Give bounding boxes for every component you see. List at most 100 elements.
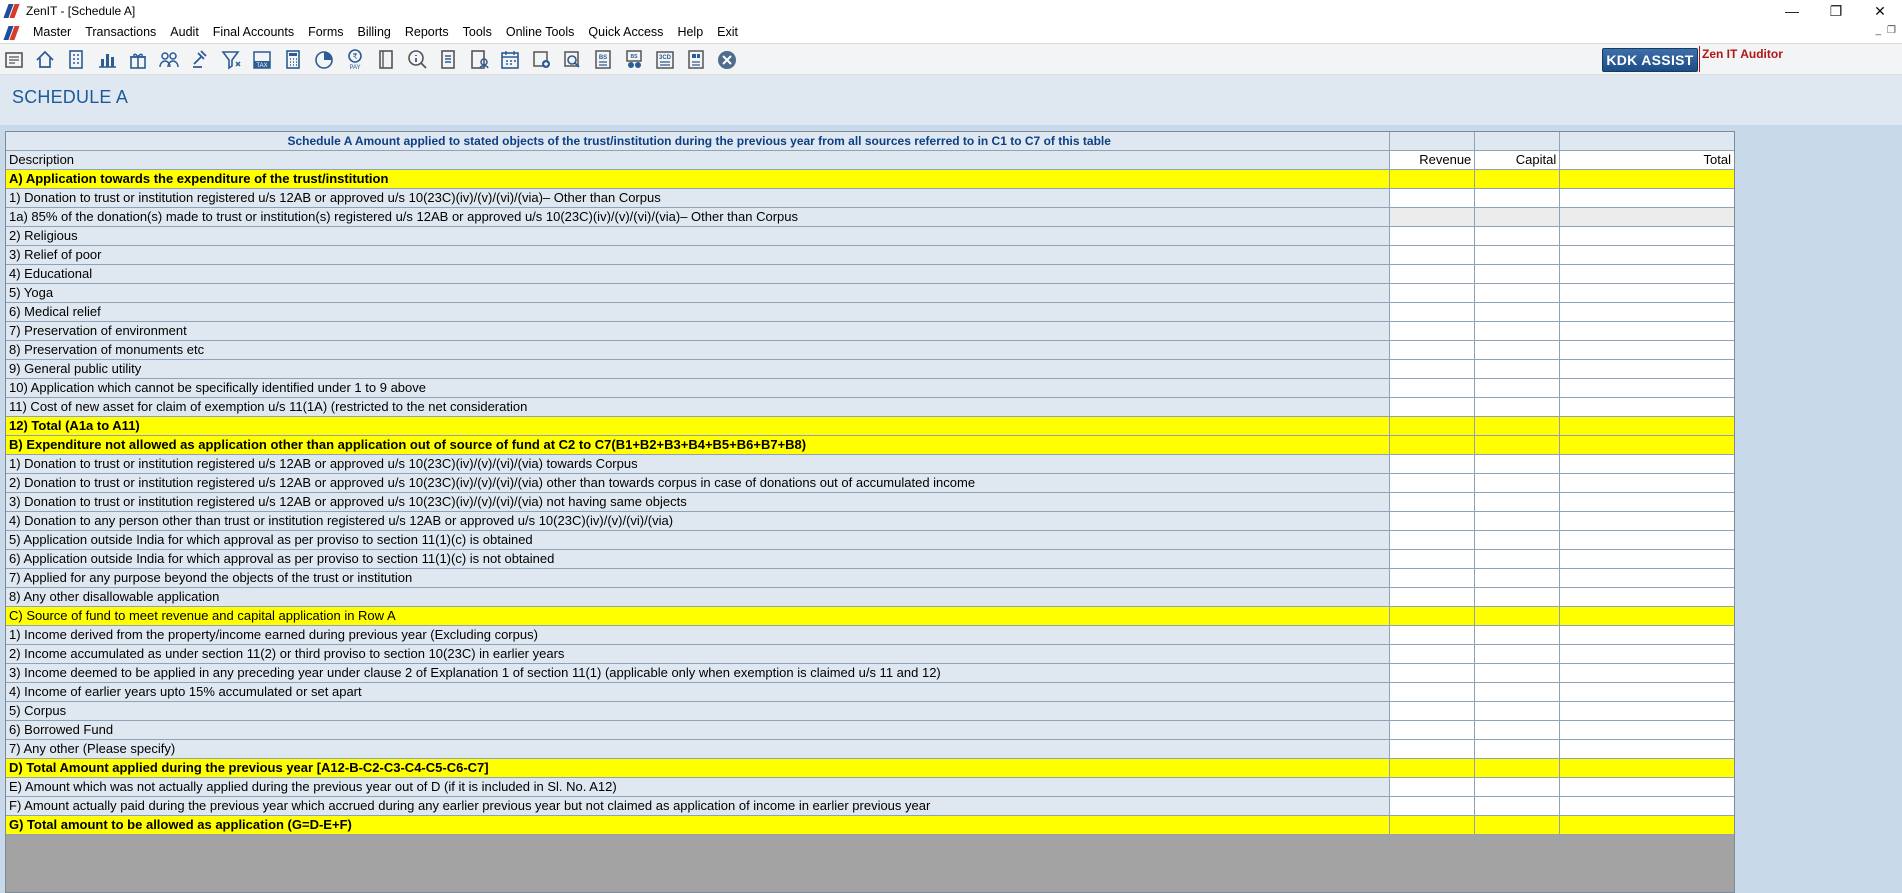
revenue-cell[interactable]: [1390, 341, 1476, 359]
capital-cell[interactable]: [1475, 189, 1561, 207]
total-cell[interactable]: [1560, 512, 1734, 530]
total-cell[interactable]: [1560, 322, 1734, 340]
revenue-cell[interactable]: [1390, 531, 1476, 549]
total-cell[interactable]: [1560, 303, 1734, 321]
menu-billing[interactable]: Billing: [351, 22, 398, 43]
total-cell[interactable]: [1560, 588, 1734, 606]
revenue-cell[interactable]: [1390, 683, 1476, 701]
total-cell[interactable]: [1560, 721, 1734, 739]
gavel-icon[interactable]: [188, 47, 212, 71]
total-cell[interactable]: [1560, 531, 1734, 549]
capital-cell[interactable]: [1475, 664, 1561, 682]
total-cell[interactable]: [1560, 645, 1734, 663]
total-cell[interactable]: [1560, 341, 1734, 359]
revenue-cell[interactable]: [1390, 664, 1476, 682]
capital-cell[interactable]: [1475, 170, 1561, 188]
capital-cell[interactable]: [1475, 246, 1561, 264]
close-circle-icon[interactable]: [715, 47, 739, 71]
restore-button[interactable]: ❐: [1814, 0, 1858, 22]
people-icon[interactable]: [157, 47, 181, 71]
total-cell[interactable]: [1560, 360, 1734, 378]
revenue-cell[interactable]: [1390, 702, 1476, 720]
menu-quick-access[interactable]: Quick Access: [581, 22, 670, 43]
revenue-cell[interactable]: [1390, 512, 1476, 530]
revenue-cell[interactable]: [1390, 588, 1476, 606]
menu-transactions[interactable]: Transactions: [78, 22, 163, 43]
menu-tools[interactable]: Tools: [456, 22, 499, 43]
total-cell[interactable]: [1560, 379, 1734, 397]
close-button[interactable]: ✕: [1858, 0, 1902, 22]
mdi-minimize-button[interactable]: _: [1875, 25, 1881, 36]
capital-cell[interactable]: [1475, 569, 1561, 587]
total-cell[interactable]: [1560, 246, 1734, 264]
book-icon[interactable]: [374, 47, 398, 71]
capital-cell[interactable]: [1475, 778, 1561, 796]
total-cell[interactable]: [1560, 265, 1734, 283]
capital-cell[interactable]: [1475, 588, 1561, 606]
revenue-cell[interactable]: [1390, 322, 1476, 340]
menu-help[interactable]: Help: [670, 22, 710, 43]
capital-cell[interactable]: [1475, 550, 1561, 568]
capital-cell[interactable]: [1475, 303, 1561, 321]
revenue-cell[interactable]: [1390, 417, 1476, 435]
revenue-cell[interactable]: [1390, 227, 1476, 245]
total-cell[interactable]: [1560, 626, 1734, 644]
capital-cell[interactable]: [1475, 417, 1561, 435]
total-cell[interactable]: [1560, 417, 1734, 435]
capital-cell[interactable]: [1475, 797, 1561, 815]
capital-cell[interactable]: [1475, 436, 1561, 454]
calendar-icon[interactable]: [498, 47, 522, 71]
info-icon[interactable]: [405, 47, 429, 71]
add-doc-icon[interactable]: [529, 47, 553, 71]
revenue-cell[interactable]: [1390, 626, 1476, 644]
capital-cell[interactable]: [1475, 607, 1561, 625]
total-cell[interactable]: [1560, 284, 1734, 302]
capital-cell[interactable]: [1475, 341, 1561, 359]
mdi-restore-button[interactable]: ❐: [1887, 25, 1896, 36]
revenue-cell[interactable]: [1390, 645, 1476, 663]
minimize-button[interactable]: —: [1770, 0, 1814, 22]
capital-cell[interactable]: [1475, 455, 1561, 473]
capital-cell[interactable]: [1475, 227, 1561, 245]
revenue-cell[interactable]: [1390, 607, 1476, 625]
total-cell[interactable]: [1560, 740, 1734, 758]
capital-cell[interactable]: [1475, 379, 1561, 397]
capital-cell[interactable]: [1475, 740, 1561, 758]
capital-cell[interactable]: [1475, 816, 1561, 834]
revenue-cell[interactable]: [1390, 721, 1476, 739]
capital-cell[interactable]: [1475, 721, 1561, 739]
revenue-cell[interactable]: [1390, 265, 1476, 283]
total-cell[interactable]: [1560, 816, 1734, 834]
revenue-cell[interactable]: [1390, 455, 1476, 473]
revenue-cell[interactable]: [1390, 759, 1476, 777]
building-icon[interactable]: [64, 47, 88, 71]
capital-cell[interactable]: [1475, 398, 1561, 416]
total-cell[interactable]: [1560, 759, 1734, 777]
revenue-cell[interactable]: [1390, 493, 1476, 511]
total-cell[interactable]: [1560, 208, 1734, 226]
revenue-cell[interactable]: [1390, 550, 1476, 568]
capital-cell[interactable]: [1475, 322, 1561, 340]
capital-cell[interactable]: [1475, 493, 1561, 511]
revenue-cell[interactable]: [1390, 360, 1476, 378]
revenue-cell[interactable]: [1390, 284, 1476, 302]
menu-exit[interactable]: Exit: [710, 22, 745, 43]
3cd-icon[interactable]: 3CD: [653, 47, 677, 71]
revenue-cell[interactable]: [1390, 246, 1476, 264]
revenue-cell[interactable]: [1390, 474, 1476, 492]
total-cell[interactable]: [1560, 607, 1734, 625]
total-cell[interactable]: [1560, 455, 1734, 473]
total-cell[interactable]: [1560, 189, 1734, 207]
tax-icon[interactable]: TAX: [250, 47, 274, 71]
menu-reports[interactable]: Reports: [398, 22, 456, 43]
tds-icon[interactable]: BS: [622, 47, 646, 71]
total-cell[interactable]: [1560, 436, 1734, 454]
total-cell[interactable]: [1560, 493, 1734, 511]
capital-cell[interactable]: [1475, 284, 1561, 302]
revenue-cell[interactable]: [1390, 398, 1476, 416]
capital-cell[interactable]: [1475, 474, 1561, 492]
total-cell[interactable]: [1560, 797, 1734, 815]
capital-cell[interactable]: [1475, 265, 1561, 283]
revenue-cell[interactable]: [1390, 379, 1476, 397]
capital-cell[interactable]: [1475, 208, 1561, 226]
